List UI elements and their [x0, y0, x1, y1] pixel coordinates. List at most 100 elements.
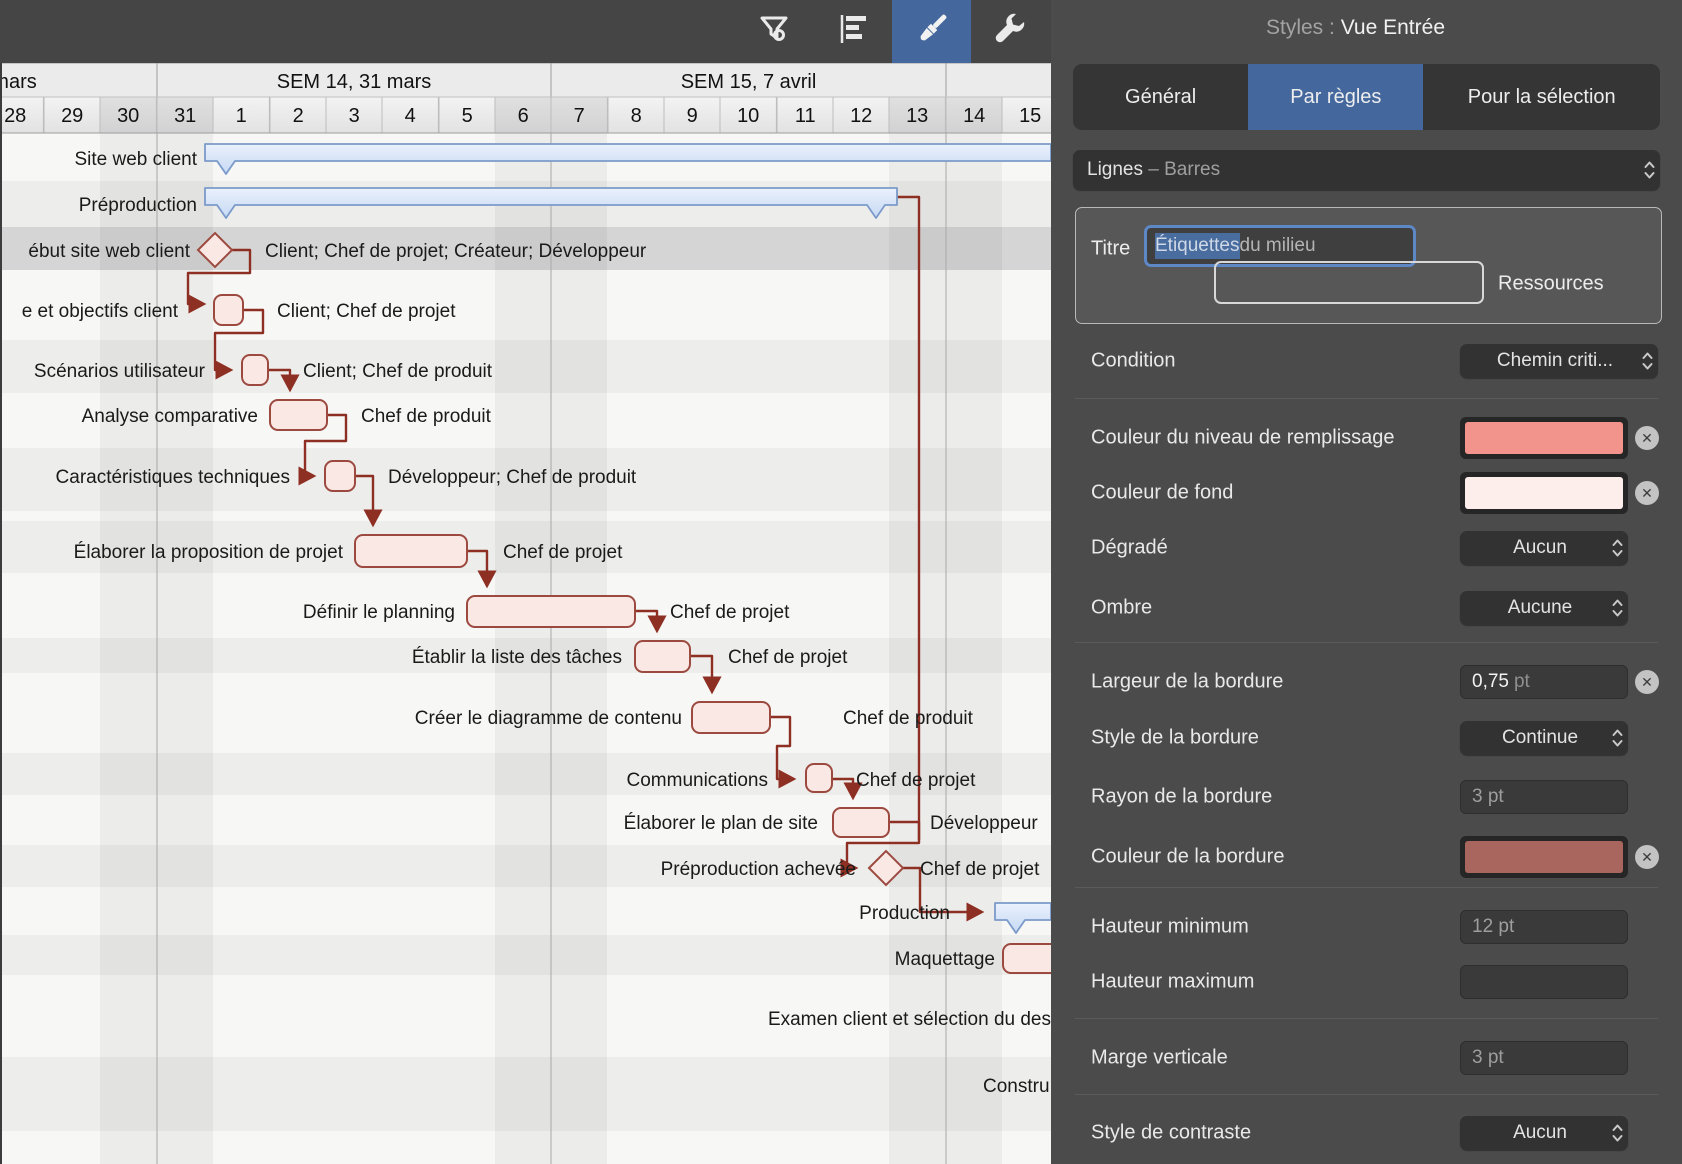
task-bar[interactable] [805, 763, 833, 793]
day-number: 4 [405, 105, 416, 127]
task-name-label: Élaborer la proposition de projet [74, 542, 344, 563]
task-bar[interactable] [241, 354, 269, 386]
scope-dropdown-label: Lignes – Barres [1087, 159, 1221, 180]
task-bar[interactable] [634, 640, 691, 673]
section-divider [1075, 1094, 1658, 1095]
tab-g-n-ral[interactable]: Général [1073, 64, 1248, 130]
clear-style-button[interactable]: ✕ [1635, 426, 1659, 450]
task-name-label: Production [859, 903, 950, 924]
task-name-label: Constru [983, 1076, 1050, 1097]
day-number: 10 [737, 105, 759, 127]
inspector-title-prefix: Styles : [1266, 16, 1335, 39]
gantt-svg: 28293031123456789101112131415SEM 13, 24 … [0, 62, 1216, 1164]
placeholder-text: du milieu [1239, 235, 1316, 256]
input-largeur-de-la-bordure[interactable]: 0,75 pt [1460, 665, 1628, 699]
dropdown-condition[interactable]: Chemin criti... [1460, 344, 1658, 378]
dropdown-value: Chemin criti... [1496, 350, 1614, 371]
day-number: 30 [117, 105, 139, 127]
row-label: Ombre [1091, 596, 1153, 619]
inspector-title-value: Vue Entrée [1340, 16, 1445, 39]
input-marge-verticale[interactable]: 3 pt [1460, 1041, 1628, 1075]
input-hauteur-minimum[interactable]: 12 pt [1460, 910, 1628, 944]
task-name-label: Chef de produit [843, 708, 974, 729]
clear-style-button[interactable]: ✕ [1635, 670, 1659, 694]
task-bar[interactable] [832, 807, 890, 838]
day-number: 5 [462, 105, 473, 127]
row-label: Style de contraste [1091, 1121, 1252, 1144]
scope-dropdown[interactable]: Lignes – Barres [1073, 150, 1660, 190]
task-name-label: Communications [627, 770, 769, 791]
task-name-label: Élaborer le plan de site [624, 813, 818, 834]
color-swatch [1465, 477, 1623, 509]
task-name-label: Maquettage [895, 949, 995, 970]
color-well-couleur-de-fond[interactable] [1460, 472, 1628, 514]
clear-style-button[interactable]: ✕ [1635, 481, 1659, 505]
day-number: 1 [236, 105, 247, 127]
row-label: Largeur de la bordure [1091, 670, 1284, 693]
input-rayon-de-la-bordure[interactable]: 3 pt [1460, 780, 1628, 814]
ressources-label: Ressources [1498, 272, 1604, 295]
row-label: Hauteur maximum [1091, 970, 1255, 993]
chevron-updown-icon [1606, 727, 1628, 749]
task-bar[interactable] [213, 294, 244, 326]
dropdown-value: Aucun [1513, 1122, 1567, 1143]
filter-button[interactable] [734, 0, 813, 63]
day-number: 15 [1019, 105, 1041, 127]
task-bar[interactable] [691, 701, 771, 734]
style-brush-button[interactable] [892, 0, 971, 63]
task-name-label: Chef de projet [728, 647, 848, 668]
inspector-tabbar: Général Par règles Pour la sélection [1073, 64, 1660, 130]
dropdown-style-de-contraste[interactable]: Aucun [1460, 1116, 1628, 1150]
selected-text: Étiquettes [1155, 233, 1240, 259]
task-bar[interactable] [269, 399, 328, 431]
task-bar[interactable] [466, 595, 636, 628]
task-name-label: Chef de projet [920, 859, 1040, 880]
task-bar[interactable] [1002, 943, 1061, 974]
section-divider [1075, 1018, 1658, 1019]
task-name-label: Établir la liste des tâches [412, 647, 622, 668]
chevron-updown-icon [1606, 537, 1628, 559]
task-name-label: Chef de projet [856, 770, 976, 791]
color-well-couleur-de-la-bordure[interactable] [1460, 836, 1628, 878]
titre-bottom-label-field[interactable] [1214, 261, 1484, 304]
chevron-updown-icon [1638, 159, 1660, 181]
task-name-label: Scénarios utilisateur [34, 361, 206, 382]
task-name-label: Préproduction achevée [661, 859, 856, 880]
color-well-couleur-du-niveau-de-remplissage[interactable] [1460, 417, 1628, 459]
chevron-updown-icon [1606, 597, 1628, 619]
outline-button[interactable] [813, 0, 892, 63]
tab-par-r-gles[interactable]: Par règles [1248, 64, 1424, 130]
tab-pour-la-s-lection[interactable]: Pour la sélection [1423, 64, 1660, 130]
day-number: 11 [795, 105, 816, 127]
task-name-label: Préproduction [79, 195, 197, 216]
task-name-label: ébut site web client [28, 241, 190, 262]
input-hauteur-maximum[interactable] [1460, 965, 1628, 999]
dropdown-style-de-la-bordure[interactable]: Continue [1460, 721, 1628, 755]
task-name-label: e et objectifs client [22, 301, 179, 322]
inspector-title: Styles : Vue Entrée [1051, 16, 1660, 40]
dropdown-value: Aucune [1507, 597, 1573, 618]
main-toolbar [0, 0, 1051, 63]
task-name-label: Client; Chef de produit [303, 361, 493, 382]
color-swatch [1465, 422, 1623, 454]
day-number: 3 [349, 105, 360, 127]
tools-wrench-button[interactable] [971, 0, 1050, 63]
dropdown-ombre[interactable]: Aucune [1460, 591, 1628, 625]
input-value: 0,75 [1472, 671, 1509, 692]
clear-style-button[interactable]: ✕ [1635, 845, 1659, 869]
tools-wrench-icon [991, 9, 1031, 54]
omniplan-window: { "toolbar": { "bg": "#454545", "selecte… [0, 0, 1682, 1164]
day-number: 31 [174, 105, 196, 127]
day-number: 13 [906, 105, 928, 127]
task-name-label: Chef de projet [503, 542, 623, 563]
week-header-label: SEM 15, 7 avril [681, 71, 817, 93]
task-name-label: Client; Chef de projet [277, 301, 456, 322]
title-style-group: Titre Étiquettes du milieu Ressources [1075, 207, 1662, 324]
row-label: Marge verticale [1091, 1046, 1228, 1069]
dropdown-value: Continue [1501, 727, 1579, 748]
dropdown-d-grad-[interactable]: Aucun [1460, 531, 1628, 565]
row-label: Hauteur minimum [1091, 915, 1249, 938]
task-bar[interactable] [324, 460, 356, 492]
task-bar[interactable] [354, 534, 468, 568]
dropdown-value: Aucun [1513, 537, 1567, 558]
